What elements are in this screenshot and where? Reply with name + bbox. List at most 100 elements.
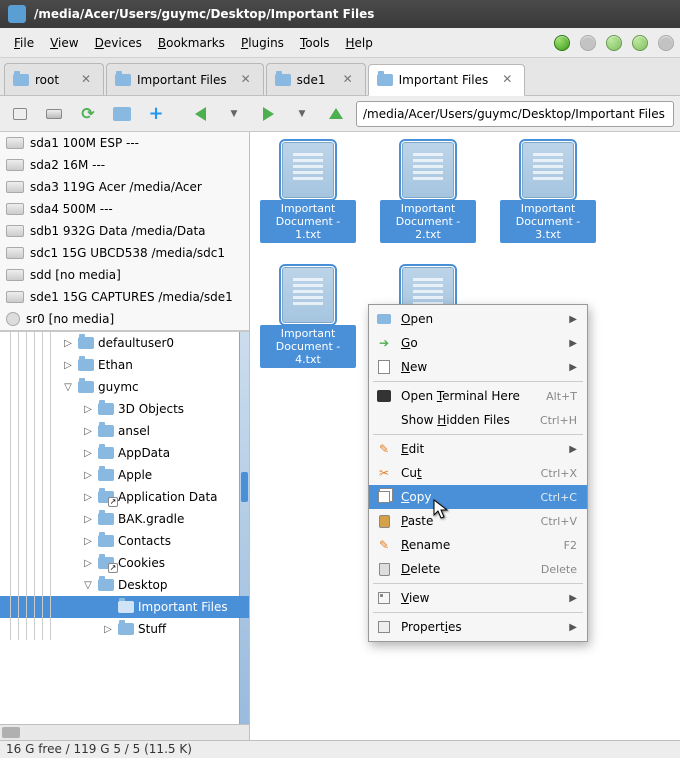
tab[interactable]: sde1✕	[266, 63, 366, 95]
tab[interactable]: Important Files✕	[368, 64, 526, 96]
tree-item[interactable]: ▷ansel	[0, 420, 249, 442]
expand-arrow-icon[interactable]: ▽	[62, 382, 74, 393]
forward-menu-button[interactable]: ▼	[288, 101, 316, 127]
context-menu-item[interactable]: ✎RenameF2	[369, 533, 587, 557]
path-input[interactable]: /media/Acer/Users/guymc/Desktop/Importan…	[356, 101, 674, 127]
tree-label: Desktop	[118, 578, 168, 592]
blank-icon	[375, 412, 393, 428]
back-menu-button[interactable]: ▼	[220, 101, 248, 127]
expand-arrow-icon[interactable]: ▷	[82, 514, 94, 525]
cut-icon: ✂	[375, 465, 393, 481]
expand-arrow-icon[interactable]: ▷	[102, 624, 114, 635]
expand-arrow-icon[interactable]: ▷	[62, 338, 74, 349]
close-icon[interactable]: ✕	[79, 73, 93, 87]
arrow-right-icon	[263, 107, 274, 121]
forward-button[interactable]	[254, 101, 282, 127]
menu-plugins[interactable]: Plugins	[233, 32, 292, 54]
tree-item[interactable]: ▽ Desktop	[0, 574, 249, 596]
drive-item[interactable]: sdb1 932G Data /media/Data	[0, 220, 249, 242]
tree-item[interactable]: ▷defaultuser0	[0, 332, 249, 354]
menu-devices[interactable]: Devices	[87, 32, 150, 54]
close-icon[interactable]: ✕	[500, 73, 514, 87]
new-tab-button[interactable]	[6, 101, 34, 127]
file-item[interactable]: Important Document -3.txt	[500, 142, 596, 243]
drive-item[interactable]: sda4 500M ---	[0, 198, 249, 220]
menu-label: Show Hidden Files	[401, 413, 540, 427]
context-menu-item[interactable]: Properties▶	[369, 615, 587, 639]
tree-item[interactable]: ▽guymc	[0, 376, 249, 398]
tab[interactable]: Important Files✕	[106, 63, 264, 95]
tree-label: AppData	[118, 446, 170, 460]
file-item[interactable]: Important Document -1.txt	[260, 142, 356, 243]
window-title: /media/Acer/Users/guymc/Desktop/Importan…	[34, 7, 374, 21]
menu-accelerator: Alt+T	[546, 390, 577, 403]
context-menu-item[interactable]: Open▶	[369, 307, 587, 331]
folder-icon	[13, 74, 29, 86]
edit-icon: ✎	[375, 441, 393, 457]
drive-item[interactable]: sda1 100M ESP ---	[0, 132, 249, 154]
menu-view[interactable]: View	[42, 32, 86, 54]
expand-arrow-icon[interactable]: ▽	[82, 580, 94, 591]
expand-arrow-icon[interactable]: ▷	[82, 536, 94, 547]
task-light-icon[interactable]	[606, 35, 622, 51]
context-menu-item[interactable]: CopyCtrl+C	[369, 485, 587, 509]
tree-item[interactable]: ▷↗Application Data	[0, 486, 249, 508]
drive-item[interactable]: sda2 16M ---	[0, 154, 249, 176]
expand-arrow-icon[interactable]: ▷	[82, 492, 94, 503]
add-button[interactable]: +	[142, 101, 170, 127]
task-light-icon[interactable]	[580, 35, 596, 51]
menu-tools[interactable]: Tools	[292, 32, 338, 54]
tree-item[interactable]: ▷Ethan	[0, 354, 249, 376]
tree-item[interactable]: Important Files	[0, 596, 249, 618]
task-light-icon[interactable]	[658, 35, 674, 51]
menu-file[interactable]: File	[6, 32, 42, 54]
file-item[interactable]: Important Document -2.txt	[380, 142, 476, 243]
tree-item[interactable]: ▷Apple	[0, 464, 249, 486]
close-icon[interactable]: ✕	[341, 73, 355, 87]
task-light-icon[interactable]	[632, 35, 648, 51]
context-menu-item[interactable]: ➔Go▶	[369, 331, 587, 355]
expand-arrow-icon[interactable]: ▷	[82, 404, 94, 415]
tree-item[interactable]: ▷ AppData	[0, 442, 249, 464]
back-button[interactable]	[186, 101, 214, 127]
menu-help[interactable]: Help	[338, 32, 381, 54]
context-menu-item[interactable]: Show Hidden FilesCtrl+H	[369, 408, 587, 432]
context-menu-item[interactable]: ✎Edit▶	[369, 437, 587, 461]
drive-item[interactable]: sdc1 15G UBCD538 /media/sdc1	[0, 242, 249, 264]
file-item[interactable]: Important Document -4.txt	[260, 267, 356, 368]
context-menu-item[interactable]: Open Terminal HereAlt+T	[369, 384, 587, 408]
tree-hscrollbar[interactable]	[0, 724, 249, 740]
tree-item[interactable]: ▷BAK.gradle	[0, 508, 249, 530]
close-icon[interactable]: ✕	[239, 73, 253, 87]
menu-bookmarks[interactable]: Bookmarks	[150, 32, 233, 54]
context-menu-item[interactable]: New▶	[369, 355, 587, 379]
expand-arrow-icon[interactable]: ▷	[82, 470, 94, 481]
drive-item[interactable]: sr0 [no media]	[0, 308, 249, 330]
context-menu-item[interactable]: View▶	[369, 586, 587, 610]
menu-label: Rename	[401, 538, 564, 552]
expand-arrow-icon[interactable]: ▷	[82, 558, 94, 569]
tab[interactable]: root✕	[4, 63, 104, 95]
up-button[interactable]	[322, 101, 350, 127]
tree-item[interactable]: ▷Contacts	[0, 530, 249, 552]
drive-button[interactable]	[40, 101, 68, 127]
drive-item[interactable]: sdd [no media]	[0, 264, 249, 286]
context-menu-item[interactable]: PasteCtrl+V	[369, 509, 587, 533]
expand-arrow-icon[interactable]: ▷	[82, 426, 94, 437]
tree-item[interactable]: ▷3D Objects	[0, 398, 249, 420]
folder-icon	[98, 425, 114, 437]
task-light-icon[interactable]	[554, 35, 570, 51]
refresh-button[interactable]: ⟳	[74, 101, 102, 127]
drive-item[interactable]: sda3 119G Acer /media/Acer	[0, 176, 249, 198]
tree-item[interactable]: ▷↗Cookies	[0, 552, 249, 574]
arrow-up-icon	[329, 108, 343, 119]
context-menu-item[interactable]: DeleteDelete	[369, 557, 587, 581]
drive-item[interactable]: sde1 15G CAPTURES /media/sde1	[0, 286, 249, 308]
tree-item[interactable]: ▷Stuff	[0, 618, 249, 640]
expand-arrow-icon[interactable]: ▷	[62, 360, 74, 371]
menu-separator	[373, 434, 583, 435]
scrollbar-thumb[interactable]	[2, 727, 20, 738]
home-button[interactable]	[108, 101, 136, 127]
expand-arrow-icon[interactable]: ▷	[82, 448, 94, 459]
context-menu-item[interactable]: ✂CutCtrl+X	[369, 461, 587, 485]
